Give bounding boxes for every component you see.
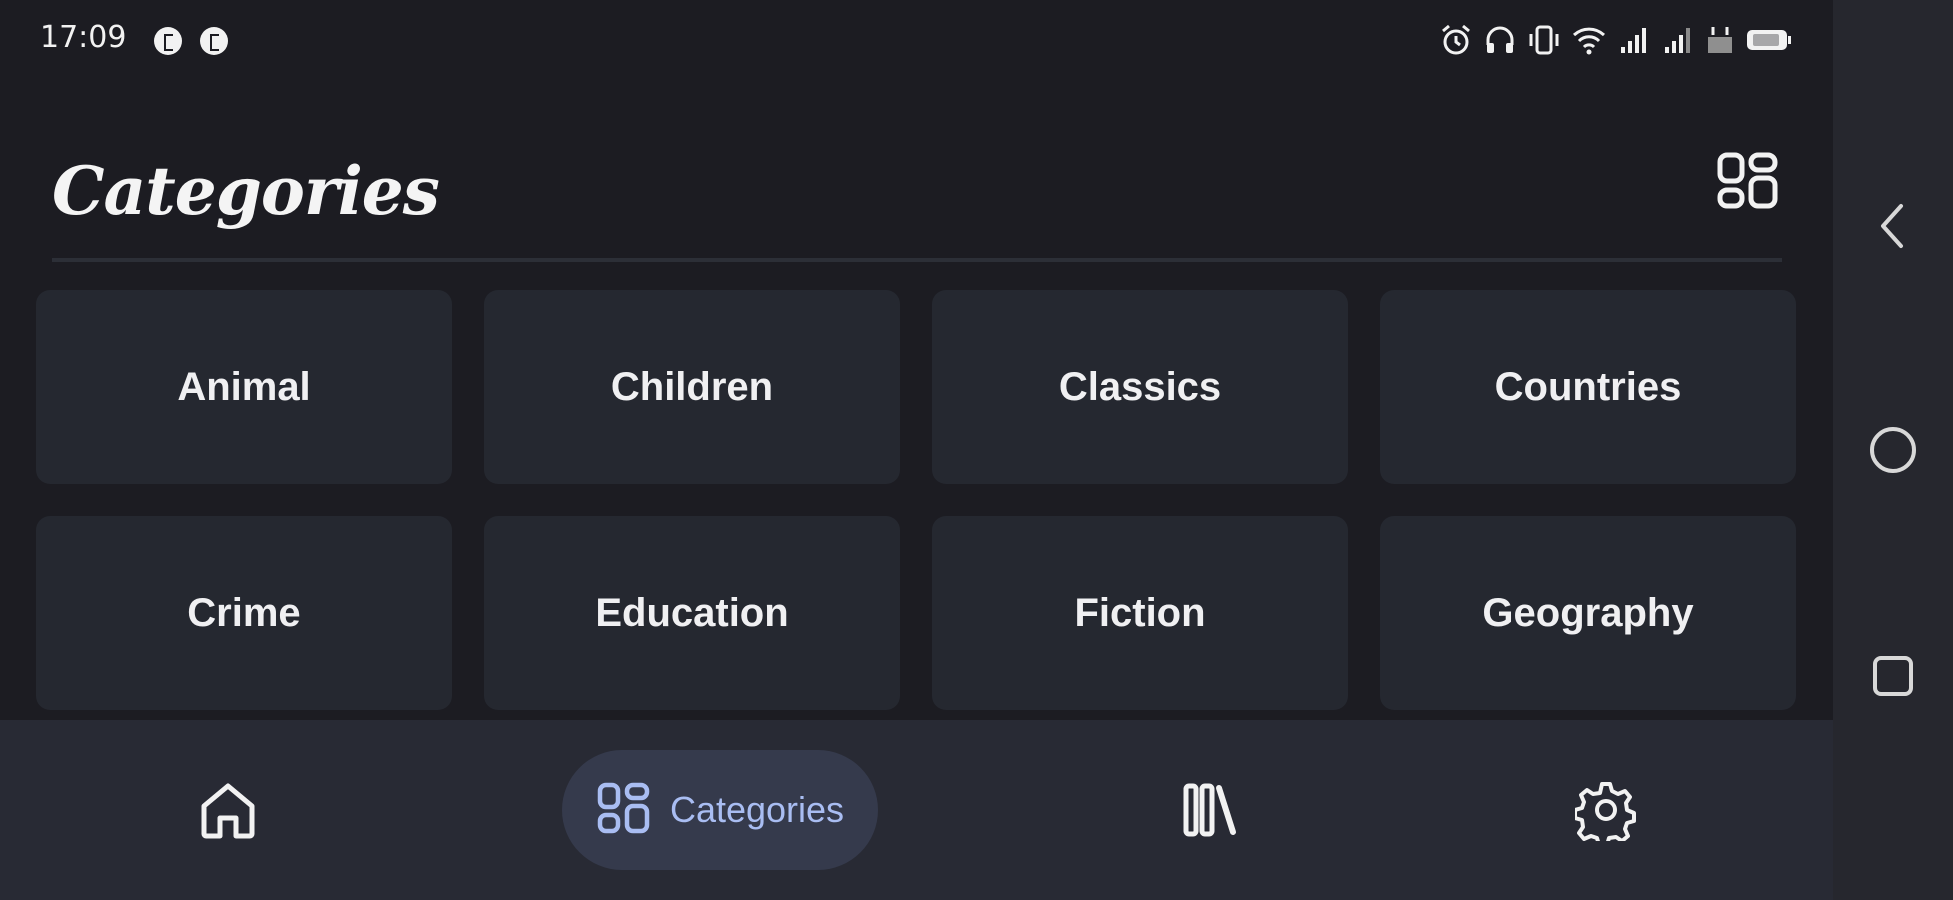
system-recents-button[interactable]	[1833, 616, 1953, 736]
page-title: Categories	[52, 152, 440, 230]
page-header: Categories	[0, 130, 1833, 262]
library-icon	[1183, 783, 1236, 837]
nav-settings[interactable]	[1546, 750, 1666, 870]
grid-layout-icon[interactable]	[1715, 152, 1781, 218]
category-card-crime[interactable]: Crime	[36, 516, 452, 710]
category-card-geography[interactable]: Geography	[1380, 516, 1796, 710]
settings-icon	[1575, 782, 1636, 841]
status-icons	[1439, 18, 1793, 62]
category-card-fiction[interactable]: Fiction	[932, 516, 1348, 710]
category-grid: Animal Children Classics Countries Crime…	[36, 290, 1798, 710]
battery-icon	[1747, 30, 1791, 50]
wifi-icon	[1572, 27, 1606, 55]
system-back-button[interactable]	[1833, 166, 1953, 286]
home-icon	[201, 783, 255, 839]
notification-icon	[154, 27, 182, 55]
status-bar: 17:09	[0, 0, 1833, 80]
nav-library[interactable]	[1150, 750, 1270, 870]
signal-icon	[1621, 28, 1646, 53]
system-nav-bar	[1833, 0, 1953, 900]
category-card-countries[interactable]: Countries	[1380, 290, 1796, 484]
status-time: 17:09	[40, 20, 127, 55]
notification-icon	[200, 27, 228, 55]
back-icon	[1881, 204, 1903, 248]
headphones-icon	[1486, 26, 1514, 53]
category-card-animal[interactable]: Animal	[36, 290, 452, 484]
vibrate-icon	[1529, 25, 1559, 55]
nav-home[interactable]	[168, 750, 288, 870]
categories-icon	[597, 782, 650, 834]
recents-icon	[1873, 656, 1913, 696]
system-home-button[interactable]	[1833, 390, 1953, 510]
data-icon	[1708, 27, 1732, 53]
bottom-nav: Categories	[0, 720, 1833, 900]
alarm-icon	[1442, 24, 1470, 55]
nav-categories[interactable]: Categories	[562, 750, 878, 870]
app-screen: 17:09 Categories Animal Children Classic…	[0, 0, 1833, 900]
category-card-education[interactable]: Education	[484, 516, 900, 710]
category-card-children[interactable]: Children	[484, 290, 900, 484]
nav-categories-label: Categories	[669, 789, 845, 830]
home-circle-icon	[1870, 427, 1916, 473]
signal-icon	[1665, 28, 1690, 53]
category-card-classics[interactable]: Classics	[932, 290, 1348, 484]
header-divider	[52, 258, 1782, 262]
